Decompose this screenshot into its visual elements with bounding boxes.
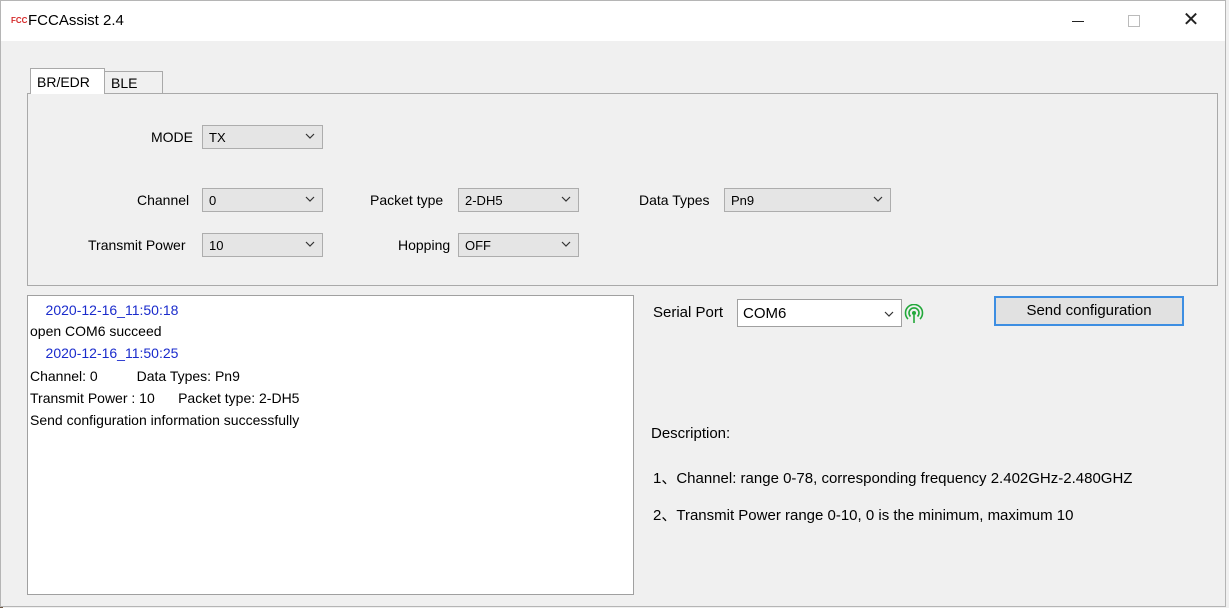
chevron-down-icon [304, 238, 316, 250]
log-timestamp: 2020-12-16_11:50:25 [30, 345, 179, 361]
log-line: Transmit Power : 10 Packet type: 2-DH5 [30, 390, 300, 406]
close-button[interactable]: ✕ [1168, 1, 1214, 39]
app-window: FCC FCCAssist 2.4 ✕ BR/EDR BLE MODE TX C… [0, 0, 1226, 607]
transmit-power-select[interactable]: 10 [202, 233, 323, 257]
channel-select[interactable]: 0 [202, 188, 323, 212]
serial-port-value: COM6 [743, 305, 787, 322]
hopping-label: Hopping [398, 237, 451, 253]
log-line: Channel: 0 Data Types: Pn9 [30, 368, 240, 384]
description-item: 2、Transmit Power range 0-10, 0 is the mi… [653, 507, 1074, 524]
data-types-select[interactable]: Pn9 [724, 188, 891, 212]
packet-type-value: 2-DH5 [465, 193, 503, 208]
minimize-button[interactable] [1055, 1, 1101, 39]
chevron-down-icon [883, 307, 895, 324]
description-item: 1、Channel: range 0-78, corresponding fre… [653, 470, 1133, 487]
hopping-select[interactable]: OFF [458, 233, 579, 257]
mode-label: MODE [151, 129, 193, 145]
channel-value: 0 [209, 193, 217, 208]
chevron-down-icon [304, 130, 316, 142]
signal-icon [904, 303, 924, 324]
chevron-down-icon [304, 193, 316, 205]
app-logo-icon: FCC [11, 16, 28, 25]
window-title: FCCAssist 2.4 [28, 12, 124, 29]
mode-value: TX [209, 130, 226, 145]
packet-type-select[interactable]: 2-DH5 [458, 188, 579, 212]
transmit-power-label: Transmit Power [88, 237, 186, 253]
data-types-label: Data Types [639, 192, 710, 208]
log-line: open COM6 succeed [30, 323, 162, 339]
log-output[interactable]: 2020-12-16_11:50:18 open COM6 succeed 20… [27, 295, 634, 595]
maximize-button[interactable] [1111, 1, 1157, 39]
data-types-value: Pn9 [731, 193, 755, 208]
serial-port-select[interactable]: COM6 [737, 299, 902, 327]
mode-select[interactable]: TX [202, 125, 323, 149]
log-timestamp: 2020-12-16_11:50:18 [30, 302, 179, 318]
tab-br-edr[interactable]: BR/EDR [30, 68, 105, 94]
transmit-power-value: 10 [209, 238, 224, 253]
chevron-down-icon [560, 238, 572, 250]
send-configuration-button[interactable]: Send configuration [994, 296, 1184, 326]
close-icon: ✕ [1182, 9, 1200, 31]
tab-ble[interactable]: BLE [105, 71, 163, 93]
packet-type-label: Packet type [370, 192, 444, 208]
hopping-value: OFF [465, 238, 491, 253]
serial-port-label: Serial Port [653, 304, 724, 321]
chevron-down-icon [560, 193, 572, 205]
description-title: Description: [651, 425, 731, 442]
minimize-icon [1072, 20, 1084, 22]
maximize-icon [1128, 15, 1140, 28]
log-line: Send configuration information successfu… [30, 412, 300, 428]
chevron-down-icon [872, 193, 884, 205]
title-bar: FCC FCCAssist 2.4 ✕ [1, 1, 1225, 41]
channel-label: Channel [137, 192, 190, 208]
